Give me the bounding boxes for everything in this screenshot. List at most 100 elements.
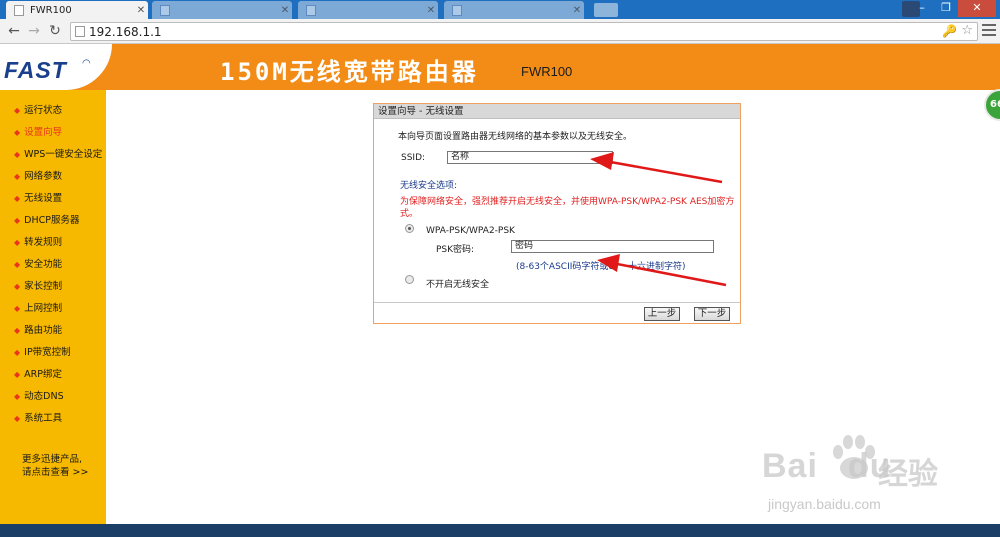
bullet-icon: ◆ [14,348,21,357]
intro-text: 本向导页面设置路由器无线网络的基本参数以及无线安全。 [398,132,633,142]
close-tab-icon[interactable]: ✕ [424,5,438,16]
bullet-icon: ◆ [14,128,21,137]
sidebar-item-label: 网络参数 [24,171,63,182]
sidebar-item-label: DHCP服务器 [24,215,80,226]
new-tab-button[interactable] [594,3,618,17]
close-window-button[interactable]: ✕ [958,0,996,17]
fast-logo: FAST [4,57,67,83]
button-divider [374,302,740,303]
security-warning-line-1: 为保障网络安全，强烈推荐开启无线安全，并使用WPA-PSK/WPA2-PSK A… [400,197,735,207]
browser-toolbar: ← → ↻ 192.168.1.1 🔑 ☆ [0,19,1000,44]
bullet-icon: ◆ [14,172,21,181]
ssid-input[interactable]: 名称 [447,151,613,164]
bullet-icon: ◆ [14,392,21,401]
sidebar-item-routing[interactable]: ◆ 路由功能 [14,322,62,336]
ssid-label: SSID: [401,153,426,163]
sidebar-item-label: 上网控制 [24,303,63,314]
sidebar-item-setup-wizard[interactable]: ◆ 设置向导 [14,124,62,138]
logo-area: FAST ◠ [0,44,112,90]
minimize-button[interactable]: – [910,0,934,17]
wpa-radio[interactable] [405,224,414,233]
page-icon [452,4,462,16]
sidebar-item-label: 转发规则 [24,237,63,248]
sidebar-item-ddns[interactable]: ◆ 动态DNS [14,388,64,402]
no-security-label: 不开启无线安全 [426,280,490,290]
page-icon [75,26,85,37]
tab-label: FWR100 [30,4,72,16]
bullet-icon: ◆ [14,194,21,203]
sidebar-item-system-tools[interactable]: ◆ 系统工具 [14,410,62,424]
watermark-url: jingyan.baidu.com [768,496,881,512]
bullet-icon: ◆ [14,282,21,291]
sidebar-item-access-control[interactable]: ◆ 上网控制 [14,300,62,314]
url-text: 192.168.1.1 [89,25,162,39]
bullet-icon: ◆ [14,260,21,269]
bullet-icon: ◆ [14,106,21,115]
psk-label: PSK密码: [436,245,475,255]
sidebar-item-label: ARP绑定 [24,369,62,380]
floating-badge[interactable]: 66 [984,89,1000,121]
prev-button[interactable]: 上一步 [644,307,680,321]
no-security-radio[interactable] [405,275,414,284]
close-tab-icon[interactable]: ✕ [278,5,292,16]
window-controls: – ❐ ✕ [910,0,996,17]
sidebar-item-label: IP带宽控制 [24,347,71,358]
sidebar-item-forwarding[interactable]: ◆ 转发规则 [14,234,62,248]
tab-4[interactable]: ✕ [444,1,584,19]
sidebar-item-bandwidth[interactable]: ◆ IP带宽控制 [14,344,71,358]
next-button[interactable]: 下一步 [694,307,730,321]
menu-icon[interactable] [982,24,996,39]
bullet-icon: ◆ [14,414,21,423]
more-products-link[interactable]: 更多迅捷产品, 请点击查看 >> [22,453,88,479]
sidebar-item-label: 路由功能 [24,325,63,336]
tab-fwr100[interactable]: FWR100 ✕ [6,1,148,19]
bullet-icon: ◆ [14,326,21,335]
close-tab-icon[interactable]: ✕ [134,5,148,16]
sidebar-item-status[interactable]: ◆ 运行状态 [14,102,62,116]
psk-password-input[interactable]: 密码 [511,240,714,253]
dialog-title: 设置向导 - 无线设置 [374,104,740,119]
sidebar-item-arp[interactable]: ◆ ARP绑定 [14,366,62,380]
sidebar-item-wireless[interactable]: ◆ 无线设置 [14,190,62,204]
key-icon[interactable]: 🔑 [942,24,957,38]
reload-icon[interactable]: ↻ [47,23,63,39]
address-bar[interactable]: 192.168.1.1 🔑 ☆ [70,22,978,41]
logo-wave-icon: ◠ [82,58,91,69]
os-taskbar [0,524,1000,537]
tab-2[interactable]: ✕ [152,1,292,19]
sidebar-item-label: 无线设置 [24,193,63,204]
bullet-icon: ◆ [14,370,21,379]
browser-tab-strip: FWR100 ✕ ✕ ✕ ✕ – ❐ ✕ [0,0,1000,19]
psk-hint-left: (8-63个ASCII码字符或8 [516,262,615,272]
back-icon[interactable]: ← [6,23,22,39]
sidebar-item-dhcp[interactable]: ◆ DHCP服务器 [14,212,79,226]
sidebar-item-security[interactable]: ◆ 安全功能 [14,256,62,270]
product-model: FWR100 [521,64,573,79]
sidebar-item-label: 设置向导 [24,127,63,138]
forward-icon[interactable]: → [26,23,42,39]
sidebar-item-network[interactable]: ◆ 网络参数 [14,168,62,182]
promo-line-2: 请点击查看 >> [22,467,89,478]
bullet-icon: ◆ [14,150,21,159]
watermark-brand: Bai du [762,447,891,486]
sidebar-item-label: 安全功能 [24,259,63,270]
sidebar-item-parental[interactable]: ◆ 家长控制 [14,278,62,292]
security-warning-line-2: 式。 [400,209,419,219]
wireless-setup-dialog: 设置向导 - 无线设置 本向导页面设置路由器无线网络的基本参数以及无线安全。 S… [373,103,741,324]
close-tab-icon[interactable]: ✕ [570,5,584,16]
sidebar-item-label: 运行状态 [24,105,63,116]
watermark-cn: 经验 [878,457,938,492]
sidebar-item-label: 家长控制 [24,281,63,292]
watermark-brand-a: Bai [762,447,818,485]
sidebar-item-wps[interactable]: ◆ WPS一键安全设定 [14,146,102,160]
tab-3[interactable]: ✕ [298,1,438,19]
star-icon[interactable]: ☆ [961,23,973,38]
security-heading: 无线安全选项: [400,181,458,191]
sidebar-menu: ◆ 运行状态 ◆ 设置向导 ◆ WPS一键安全设定 ◆ 网络参数 ◆ 无线设置 ◆ DHCP… [0,90,106,524]
maximize-button[interactable]: ❐ [934,0,958,17]
bullet-icon: ◆ [14,216,21,225]
bullet-icon: ◆ [14,304,21,313]
sidebar-item-label: 系统工具 [24,413,63,424]
page-icon [306,4,316,16]
promo-line-1: 更多迅捷产品, [22,454,83,465]
